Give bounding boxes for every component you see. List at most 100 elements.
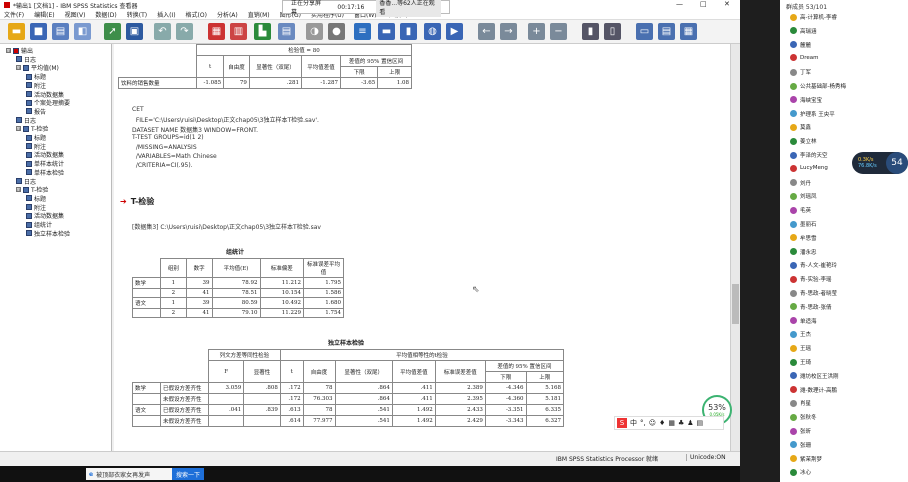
member-item[interactable]: 公共基础部-杨秀梅	[790, 82, 846, 90]
member-item[interactable]: 莫鑫	[790, 123, 811, 131]
outline-item[interactable]: ⊟ T-检验	[16, 124, 48, 133]
export-icon[interactable]: ➚	[104, 23, 121, 40]
member-item[interactable]: 墨丽石	[790, 220, 817, 228]
undo-icon[interactable]: ↶	[154, 23, 171, 40]
member-item[interactable]: 王杰	[790, 330, 811, 338]
outline-item[interactable]: ⊟ T-检验	[16, 185, 48, 194]
designate-window-icon[interactable]: ●	[328, 23, 345, 40]
maximize-button[interactable]: □	[700, 0, 707, 8]
outline-item[interactable]: 单样本统计	[26, 159, 64, 168]
member-item[interactable]: 刘瑶凤	[790, 192, 817, 200]
member-item[interactable]: 紫茉荆梦	[790, 455, 822, 463]
member-item[interactable]: 麓麓	[790, 41, 811, 49]
select-cases-icon[interactable]: ▬	[378, 23, 395, 40]
show-icon[interactable]: ▮	[582, 23, 599, 40]
split-file-icon[interactable]: ≡	[354, 23, 371, 40]
outline-item[interactable]: 活动数据集	[26, 211, 64, 220]
member-item[interactable]: Dream	[790, 54, 819, 62]
skin-icon[interactable]: ♣	[678, 419, 684, 427]
member-item[interactable]: 张秋冬	[790, 413, 817, 421]
goto-case-icon[interactable]: ▥	[230, 23, 247, 40]
expand-toggle-icon[interactable]: ⊟	[6, 48, 11, 53]
punctuation-icon[interactable]: °,	[640, 419, 646, 427]
member-item[interactable]: 王琦	[790, 358, 811, 366]
find-icon[interactable]: ◑	[306, 23, 323, 40]
close-button[interactable]: ✕	[724, 0, 730, 8]
member-item[interactable]: 青-思政-者晓莹	[790, 289, 837, 297]
hide-icon[interactable]: ▯	[604, 23, 621, 40]
menu-item[interactable]: 文件(F)	[4, 10, 24, 19]
menu-icon[interactable]: ▤	[697, 419, 704, 427]
use-sets-icon[interactable]: ▶	[446, 23, 463, 40]
menu-item[interactable]: 数据(D)	[95, 10, 116, 19]
menu-item[interactable]: 分析(A)	[217, 10, 238, 19]
open-icon[interactable]: ▬	[8, 23, 25, 40]
recall-dialog-icon[interactable]: ▣	[126, 23, 143, 40]
member-item[interactable]: LucyMeng	[790, 164, 828, 172]
menu-item[interactable]: 编辑(E)	[34, 10, 54, 19]
search-button[interactable]: 搜索一下	[172, 468, 204, 480]
outline-item[interactable]: ⊟ 输出	[6, 46, 33, 55]
ime-toolbar[interactable]: S 中 °, ☺ ♦ ▦ ♣ ♟ ▤	[614, 416, 724, 430]
save-icon[interactable]: ■	[30, 23, 47, 40]
outline-item[interactable]: 附注	[26, 203, 46, 212]
insert-text-icon[interactable]: ▦	[680, 23, 697, 40]
goto-variable-icon[interactable]: ▙	[254, 23, 271, 40]
promote-icon[interactable]: ←	[478, 23, 495, 40]
outline-item[interactable]: 日志	[16, 55, 36, 64]
member-item[interactable]: 张昕	[790, 427, 811, 435]
collapse-icon[interactable]: −	[550, 23, 567, 40]
member-item[interactable]: 刘丹	[790, 179, 811, 187]
member-item[interactable]: 张珊	[790, 441, 811, 449]
share-viewers[interactable]: 香香...等62人正在观看	[376, 0, 441, 17]
outline-item[interactable]: 标题	[26, 133, 46, 142]
print-preview-icon[interactable]: ◧	[74, 23, 91, 40]
member-item[interactable]: 潘永忠	[790, 248, 817, 256]
menu-item[interactable]: 格式(O)	[186, 10, 207, 19]
outline-item[interactable]: 独立样本检验	[26, 229, 70, 238]
menu-item[interactable]: 视图(V)	[65, 10, 86, 19]
expand-toggle-icon[interactable]: ⊟	[16, 187, 21, 193]
outline-item[interactable]: 标题	[26, 72, 46, 81]
user-icon[interactable]: ♟	[687, 419, 693, 427]
outline-item[interactable]: 活动数据集	[26, 150, 64, 159]
outline-item[interactable]: 报告	[26, 107, 46, 116]
outline-item[interactable]: 日志	[16, 177, 36, 186]
expand-icon[interactable]: +	[528, 23, 545, 40]
member-item[interactable]: 姜立林	[790, 137, 817, 145]
member-item[interactable]: 潍-数理计-高鹏	[790, 386, 837, 394]
menu-item[interactable]: 转换(T)	[127, 10, 147, 19]
insert-title-icon[interactable]: ▤	[658, 23, 675, 40]
vertical-scrollbar[interactable]	[730, 44, 740, 451]
variables-icon[interactable]: ▤	[278, 23, 295, 40]
demote-icon[interactable]: →	[500, 23, 517, 40]
member-item[interactable]: 肖星	[790, 399, 811, 407]
goto-data-icon[interactable]: ▦	[208, 23, 225, 40]
minimize-button[interactable]: —	[676, 0, 683, 8]
member-item[interactable]: 李泽的天空	[790, 151, 828, 159]
outline-item[interactable]: 标题	[26, 194, 46, 203]
mic-icon[interactable]: ♦	[659, 419, 665, 427]
print-icon[interactable]: ▤	[52, 23, 69, 40]
insert-heading-icon[interactable]: ▭	[636, 23, 653, 40]
ime-mode[interactable]: 中	[630, 418, 637, 428]
member-item[interactable]: 毛英	[790, 206, 811, 214]
member-item[interactable]: 单适海	[790, 317, 817, 325]
taskbar-search-box[interactable]: e 被顶部衣家女再发声	[86, 468, 172, 480]
member-item[interactable]: 高瑞涵	[790, 27, 817, 35]
member-item[interactable]: 冰心	[790, 468, 811, 476]
member-item[interactable]: 丁军	[790, 68, 811, 76]
outline-item[interactable]: 个案处理摘要	[26, 98, 70, 107]
keyboard-icon[interactable]: ▦	[668, 419, 675, 427]
sogou-icon[interactable]: S	[617, 418, 627, 428]
weight-cases-icon[interactable]: ▮	[400, 23, 417, 40]
value-labels-icon[interactable]: ◍	[424, 23, 441, 40]
outline-item[interactable]: 单样本检验	[26, 168, 64, 177]
network-speed-widget[interactable]: 0.3K/s 76.8K/s 54	[852, 152, 908, 174]
outline-item[interactable]: 组统计	[26, 220, 52, 229]
member-item[interactable]: 青-人文-崔艳玲	[790, 261, 837, 269]
outline-item[interactable]: ⊟ 平均值(M)	[16, 63, 59, 72]
emoji-icon[interactable]: ☺	[649, 419, 656, 427]
member-item[interactable]: 青-思政-张倩	[790, 303, 831, 311]
outline-item[interactable]: 活动数据集	[26, 90, 64, 99]
